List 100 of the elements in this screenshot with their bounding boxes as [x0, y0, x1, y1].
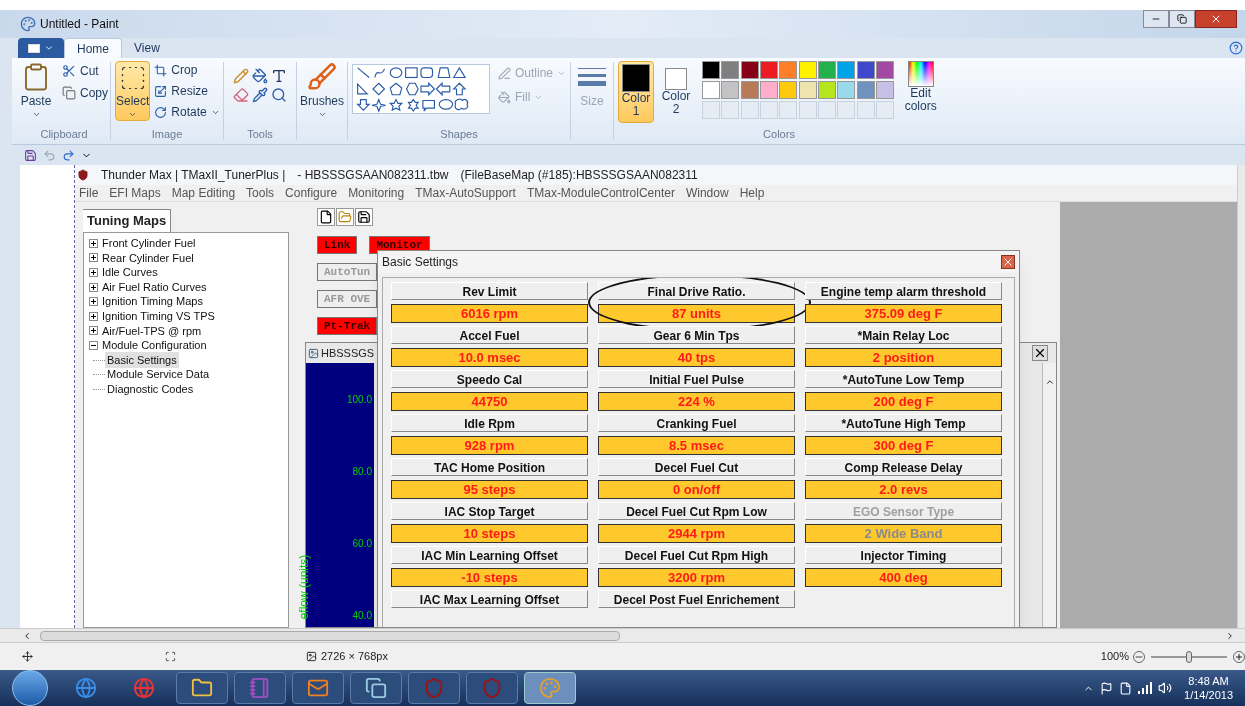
- color-picker-icon[interactable]: [252, 87, 268, 103]
- setting-label-button[interactable]: Cranking Fuel: [598, 414, 795, 432]
- menu-item[interactable]: Tools: [246, 184, 275, 202]
- setting-label-button[interactable]: Gear 6 Min Tps: [598, 326, 795, 344]
- menu-item[interactable]: Monitoring: [348, 184, 405, 202]
- setting-label-button[interactable]: Accel Fuel: [391, 326, 588, 344]
- menu-item[interactable]: TMax-AutoSupport: [415, 184, 516, 202]
- tree-item[interactable]: Basic Settings: [105, 351, 179, 369]
- tree-item[interactable]: Air Fuel Ratio Curves: [101, 278, 208, 296]
- setting-label-button[interactable]: IAC Stop Target: [391, 502, 588, 520]
- color-swatch[interactable]: [779, 81, 798, 99]
- setting-label-button[interactable]: Decel Post Fuel Enrichement: [598, 590, 795, 608]
- pencil-icon[interactable]: [233, 68, 249, 84]
- color-swatch[interactable]: [876, 61, 894, 79]
- tree-item[interactable]: Front Cylinder Fuel: [101, 235, 197, 252]
- tree-item[interactable]: Module Configuration: [101, 337, 208, 354]
- tree-item[interactable]: Idle Curves: [101, 264, 159, 281]
- menu-item[interactable]: EFI Maps: [109, 184, 161, 202]
- ribbon-tab[interactable]: View: [122, 38, 172, 58]
- toolbar-button[interactable]: Pt-Trak: [317, 317, 378, 335]
- setting-label-button[interactable]: Idle Rpm: [391, 414, 588, 432]
- setting-label-button[interactable]: Injector Timing: [805, 546, 1002, 564]
- setting-label-button[interactable]: *AutoTune High Temp: [805, 414, 1002, 432]
- tree-item[interactable]: Rear Cylinder Fuel: [101, 249, 195, 267]
- setting-label-button[interactable]: Decel Fuel Cut Rpm High: [598, 546, 795, 564]
- panel-tab[interactable]: Tuning Maps: [83, 209, 172, 232]
- clock-time[interactable]: 8:48 AM: [1188, 674, 1229, 688]
- color-swatch[interactable]: [760, 81, 778, 99]
- document-icon[interactable]: [1119, 681, 1133, 695]
- setting-label-button[interactable]: Initial Fuel Pulse: [598, 370, 795, 388]
- setting-label-button[interactable]: Engine temp alarm threshold: [805, 282, 1002, 300]
- eraser-icon[interactable]: [233, 87, 249, 103]
- tree-item[interactable]: Ignition Timing Maps: [101, 293, 204, 310]
- menu-item[interactable]: Window: [685, 184, 729, 202]
- color-swatch[interactable]: [818, 61, 836, 79]
- expand-icon[interactable]: [89, 253, 98, 263]
- vertical-scrollbar[interactable]: [1237, 165, 1245, 628]
- expand-icon[interactable]: [89, 326, 98, 336]
- taskbar-button[interactable]: [466, 672, 518, 704]
- paste-button[interactable]: Paste: [18, 62, 54, 119]
- menu-item[interactable]: Map Editing: [171, 184, 236, 202]
- setting-label-button[interactable]: Rev Limit: [391, 282, 588, 300]
- toolbar-button[interactable]: Link: [317, 236, 358, 254]
- ribbon-tab[interactable]: Home: [64, 38, 122, 58]
- color-swatch[interactable]: [856, 81, 875, 99]
- color-swatch[interactable]: [798, 61, 817, 79]
- start-orb-icon[interactable]: [12, 670, 48, 706]
- color-swatch[interactable]: [779, 61, 798, 79]
- new-file-icon[interactable]: [317, 208, 335, 226]
- edit-colors-button[interactable]: Edit colors: [901, 61, 940, 113]
- shapes-gallery-drawing[interactable]: [352, 64, 490, 114]
- scroll-up-icon[interactable]: [1044, 377, 1055, 387]
- menu-item[interactable]: TMax-ModuleControlCenter: [526, 184, 675, 202]
- taskbar-button[interactable]: [292, 672, 344, 704]
- crop-button[interactable]: Crop: [154, 61, 220, 79]
- setting-label-button[interactable]: Comp Release Delay: [805, 458, 1002, 476]
- setting-label-button[interactable]: Decel Fuel Cut Rpm Low: [598, 502, 795, 520]
- scroll-left-icon[interactable]: [22, 630, 32, 641]
- color-swatch[interactable]: [818, 81, 836, 99]
- expand-icon[interactable]: [89, 297, 98, 307]
- brushes-button[interactable]: Brushes: [300, 58, 344, 119]
- save-icon[interactable]: [355, 208, 373, 226]
- menu-item[interactable]: Configure: [285, 184, 338, 202]
- tree-item[interactable]: Air/Fuel-TPS @ rpm: [101, 322, 203, 340]
- expand-icon[interactable]: [89, 311, 98, 321]
- close-icon[interactable]: [1001, 255, 1015, 269]
- menu-item[interactable]: Help: [739, 184, 765, 202]
- volume-icon[interactable]: [1158, 681, 1173, 695]
- setting-label-button[interactable]: *AutoTune Low Temp: [805, 370, 1002, 388]
- setting-label-button[interactable]: *Main Relay Loc: [805, 326, 1002, 344]
- color-slot-button[interactable]: Color 2: [658, 61, 694, 123]
- horizontal-scrollbar[interactable]: [0, 628, 1245, 642]
- text-tool-icon[interactable]: [271, 68, 287, 84]
- signal-icon[interactable]: [1138, 682, 1153, 694]
- color-slot-button[interactable]: Color 1: [618, 61, 654, 123]
- setting-label-button[interactable]: Speedo Cal: [391, 370, 588, 388]
- collapse-icon[interactable]: [89, 340, 98, 350]
- color-swatch[interactable]: [876, 81, 894, 99]
- taskbar-button[interactable]: [176, 672, 228, 704]
- scroll-right-icon[interactable]: [1225, 630, 1235, 641]
- tree-item[interactable]: Module Service Data: [105, 366, 212, 383]
- color-swatch[interactable]: [798, 81, 817, 99]
- expand-icon[interactable]: [89, 238, 98, 248]
- flag-icon[interactable]: [1100, 681, 1114, 695]
- close-icon[interactable]: [1032, 345, 1048, 361]
- zoom-slider[interactable]: [1151, 650, 1227, 663]
- maximize-button[interactable]: [1169, 10, 1195, 28]
- color-swatch[interactable]: [702, 81, 720, 99]
- menu-item[interactable]: File: [79, 184, 99, 202]
- magnifier-icon[interactable]: [271, 87, 287, 103]
- setting-label-button[interactable]: IAC Max Learning Offset: [391, 590, 588, 608]
- color-swatch[interactable]: [740, 61, 759, 79]
- taskbar-button[interactable]: [408, 672, 460, 704]
- color-swatch[interactable]: [702, 61, 720, 79]
- color-swatch[interactable]: [856, 61, 875, 79]
- cut-button[interactable]: Cut: [62, 62, 108, 80]
- setting-label-button[interactable]: Final Drive Ratio.: [598, 282, 795, 300]
- color-swatch[interactable]: [837, 81, 856, 99]
- expand-icon[interactable]: [89, 282, 98, 292]
- scrollbar-thumb[interactable]: [40, 630, 620, 641]
